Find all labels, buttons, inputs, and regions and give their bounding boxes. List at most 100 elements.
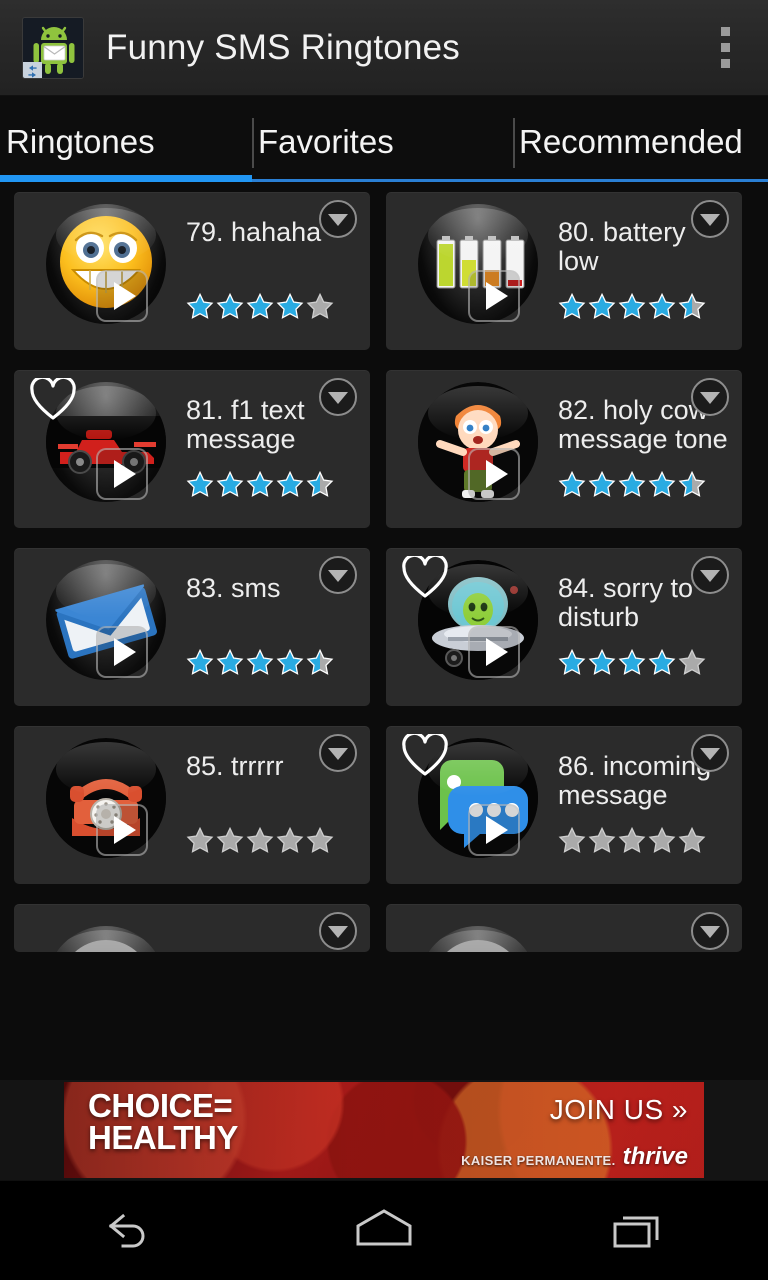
card-menu-button[interactable] — [691, 378, 729, 416]
rating-star[interactable] — [276, 648, 304, 681]
rating-star[interactable] — [216, 292, 244, 325]
ad-banner[interactable]: CHOICE= HEALTHY JOIN US » KAISER PERMANE… — [64, 1082, 704, 1178]
rating-star[interactable] — [306, 470, 334, 503]
favorite-button[interactable] — [402, 731, 448, 778]
ringtone-card[interactable]: 86. incoming message — [386, 726, 742, 884]
rating-star[interactable] — [246, 648, 274, 681]
rating-star[interactable] — [618, 470, 646, 503]
play-button[interactable] — [96, 626, 148, 678]
rating-star[interactable] — [216, 826, 244, 859]
rating-star[interactable] — [648, 648, 676, 681]
overflow-menu-button[interactable] — [708, 21, 742, 75]
rating-star[interactable] — [678, 648, 706, 681]
rating-stars[interactable] — [186, 292, 334, 325]
ringtone-thumbnail — [418, 926, 538, 952]
rating-star[interactable] — [276, 292, 304, 325]
card-menu-button[interactable] — [319, 556, 357, 594]
rating-stars[interactable] — [558, 826, 706, 859]
play-button[interactable] — [468, 270, 520, 322]
star-filled-icon — [276, 648, 304, 675]
card-menu-button[interactable] — [319, 912, 357, 950]
ringtone-card[interactable]: 80. battery low — [386, 192, 742, 350]
nav-home-button[interactable] — [314, 1181, 454, 1280]
rating-star[interactable] — [216, 648, 244, 681]
ad-cta[interactable]: JOIN US » — [550, 1094, 688, 1126]
card-menu-button[interactable] — [691, 734, 729, 772]
star-filled-icon — [558, 470, 586, 497]
ringtone-card[interactable]: 84. sorry to disturb — [386, 548, 742, 706]
rating-stars[interactable] — [186, 470, 334, 503]
play-button[interactable] — [96, 448, 148, 500]
card-menu-button[interactable] — [691, 912, 729, 950]
rating-star[interactable] — [588, 292, 616, 325]
ringtone-card[interactable]: 81. f1 text message — [14, 370, 370, 528]
star-filled-icon — [246, 470, 274, 497]
rating-star[interactable] — [648, 292, 676, 325]
rating-star[interactable] — [306, 292, 334, 325]
rating-star[interactable] — [618, 648, 646, 681]
play-button[interactable] — [468, 804, 520, 856]
play-button[interactable] — [468, 626, 520, 678]
favorite-button[interactable] — [30, 375, 76, 422]
rating-star[interactable] — [246, 470, 274, 503]
rating-star[interactable] — [678, 470, 706, 503]
rating-star[interactable] — [648, 826, 676, 859]
ringtone-card[interactable]: 82. holy cow message tone — [386, 370, 742, 528]
rating-star[interactable] — [558, 648, 586, 681]
play-button[interactable] — [468, 448, 520, 500]
rating-star[interactable] — [186, 292, 214, 325]
nav-recents-button[interactable] — [570, 1181, 710, 1280]
ringtone-card[interactable]: 83. sms — [14, 548, 370, 706]
rating-stars[interactable] — [558, 292, 706, 325]
rating-stars[interactable] — [558, 470, 706, 503]
tab-ringtones[interactable]: Ringtones — [0, 96, 252, 182]
ringtone-card[interactable]: 85. trrrrr — [14, 726, 370, 884]
rating-star[interactable] — [588, 826, 616, 859]
ringtone-list[interactable]: 79. hahaha 80. battery low 81. f1 text m… — [0, 182, 768, 1080]
chevron-down-icon — [328, 926, 348, 938]
star-filled-icon — [186, 648, 214, 675]
rating-stars[interactable] — [558, 648, 706, 681]
rating-star[interactable] — [276, 826, 304, 859]
rating-star[interactable] — [186, 470, 214, 503]
card-menu-button[interactable] — [691, 200, 729, 238]
home-icon — [356, 1208, 412, 1245]
rating-star[interactable] — [618, 826, 646, 859]
rating-star[interactable] — [678, 826, 706, 859]
rating-star[interactable] — [306, 648, 334, 681]
rating-star[interactable] — [558, 826, 586, 859]
rating-star[interactable] — [558, 470, 586, 503]
rating-star[interactable] — [678, 292, 706, 325]
ringtone-card[interactable]: 79. hahaha — [14, 192, 370, 350]
favorite-button[interactable] — [402, 553, 448, 600]
play-button[interactable] — [96, 804, 148, 856]
rating-stars[interactable] — [186, 826, 334, 859]
nav-back-button[interactable] — [58, 1181, 198, 1280]
card-menu-button[interactable] — [319, 734, 357, 772]
rating-star[interactable] — [216, 470, 244, 503]
rating-star[interactable] — [246, 292, 274, 325]
tab-favorites[interactable]: Favorites — [252, 96, 513, 182]
rating-star[interactable] — [588, 470, 616, 503]
rating-star[interactable] — [558, 292, 586, 325]
ringtone-card-partial[interactable] — [386, 904, 742, 952]
tab-recommended[interactable]: Recommended — [513, 96, 768, 182]
rating-star[interactable] — [648, 470, 676, 503]
overflow-dot — [720, 59, 730, 68]
clipped-thumbnail-art — [447, 940, 509, 952]
rating-star[interactable] — [306, 826, 334, 859]
rating-stars[interactable] — [186, 648, 334, 681]
card-menu-button[interactable] — [691, 556, 729, 594]
rating-star[interactable] — [186, 826, 214, 859]
rating-star[interactable] — [618, 292, 646, 325]
card-menu-button[interactable] — [319, 200, 357, 238]
card-menu-button[interactable] — [319, 378, 357, 416]
play-button[interactable] — [96, 270, 148, 322]
rating-star[interactable] — [276, 470, 304, 503]
overflow-dot — [720, 27, 730, 36]
ringtone-card-partial[interactable] — [14, 904, 370, 952]
favorite-heart-icon — [402, 553, 448, 598]
rating-star[interactable] — [186, 648, 214, 681]
rating-star[interactable] — [588, 648, 616, 681]
rating-star[interactable] — [246, 826, 274, 859]
